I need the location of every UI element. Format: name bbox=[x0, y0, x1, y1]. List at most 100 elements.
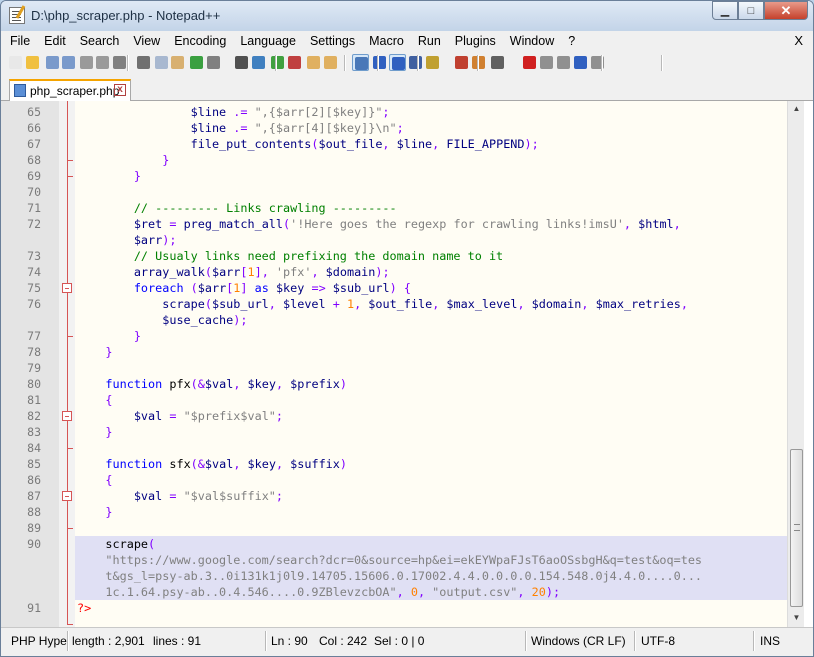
code-line[interactable]: $ret = preg_match_all('!Here goes the re… bbox=[75, 216, 787, 232]
fold-toggle-icon[interactable] bbox=[62, 491, 72, 501]
sync-horizontal-icon[interactable] bbox=[322, 54, 339, 71]
code-line[interactable] bbox=[75, 184, 787, 200]
menu-window[interactable]: Window bbox=[510, 34, 554, 48]
word-wrap-icon[interactable] bbox=[352, 54, 369, 71]
code-line[interactable]: array_walk($arr[1], 'pfx', $domain); bbox=[75, 264, 787, 280]
vertical-scrollbar[interactable]: ▲ ▼ bbox=[787, 101, 804, 627]
folder-workspace-icon[interactable] bbox=[470, 54, 487, 71]
menu-macro[interactable]: Macro bbox=[369, 34, 404, 48]
minimize-button[interactable]: ▁ bbox=[712, 1, 738, 20]
user-language-icon[interactable] bbox=[407, 54, 424, 71]
sync-vertical-icon[interactable] bbox=[305, 54, 322, 71]
code-token: , bbox=[354, 297, 369, 311]
code-line[interactable]: } bbox=[75, 424, 787, 440]
code-line[interactable]: $val = "$val$suffix"; bbox=[75, 488, 787, 504]
code-token: ( bbox=[311, 137, 319, 151]
code-line[interactable]: $val = "$prefix$val"; bbox=[75, 408, 787, 424]
code-line[interactable]: } bbox=[75, 504, 787, 520]
tab-close-icon[interactable]: x bbox=[114, 84, 126, 96]
code-line[interactable]: function sfx(&$val, $key, $suffix) bbox=[75, 456, 787, 472]
menu-plugins[interactable]: Plugins bbox=[455, 34, 496, 48]
fold-toggle-icon[interactable] bbox=[62, 411, 72, 421]
code-line[interactable]: scrape($sub_url, $level + 1, $out_file, … bbox=[75, 296, 787, 312]
menu-help[interactable]: ? bbox=[568, 34, 575, 48]
notepad-app-icon[interactable] bbox=[9, 7, 25, 24]
indent-guide-icon[interactable] bbox=[389, 54, 406, 71]
fold-toggle-icon[interactable] bbox=[62, 283, 72, 293]
code-line[interactable]: } bbox=[75, 328, 787, 344]
playback-macro-icon[interactable] bbox=[555, 54, 572, 71]
close-window-button[interactable]: ✕ bbox=[764, 1, 808, 20]
redo-icon[interactable] bbox=[205, 54, 222, 71]
menu-file[interactable]: File bbox=[10, 34, 30, 48]
zoom-in-icon[interactable] bbox=[269, 54, 286, 71]
code-line[interactable] bbox=[75, 520, 787, 536]
code-line-text: 1c.1.64.psy-ab..0.4.546....0.9ZBlevzcbOA… bbox=[77, 584, 560, 600]
doc-map-icon[interactable] bbox=[424, 54, 441, 71]
maximize-button[interactable]: □ bbox=[738, 1, 764, 20]
line-number-gutter[interactable]: 65 66 67 68 69 70 71 72 73 74 75 76 77 78 79 80 81 82 83 84… bbox=[1, 101, 59, 627]
code-line[interactable]: { bbox=[75, 472, 787, 488]
menu-run[interactable]: Run bbox=[418, 34, 441, 48]
menu-view[interactable]: View bbox=[133, 34, 160, 48]
code-line[interactable] bbox=[75, 360, 787, 376]
code-line[interactable]: t&gs_l=psy-ab.3..0i131k1j0l9.14705.15606… bbox=[75, 568, 787, 584]
code-line[interactable]: } bbox=[75, 152, 787, 168]
run-macro-multiple-icon[interactable] bbox=[572, 54, 589, 71]
replace-icon[interactable] bbox=[250, 54, 267, 71]
paste-icon[interactable] bbox=[169, 54, 186, 71]
undo-icon[interactable] bbox=[188, 54, 205, 71]
code-line[interactable]: $arr); bbox=[75, 232, 787, 248]
close-all-icon[interactable] bbox=[94, 54, 111, 71]
monitoring-icon[interactable] bbox=[489, 54, 506, 71]
function-list-icon[interactable] bbox=[453, 54, 470, 71]
new-file-icon[interactable] bbox=[7, 54, 24, 71]
code-line[interactable] bbox=[75, 440, 787, 456]
code-text-area[interactable]: $line .= ",{$arr[2][$key]}"; $line .= ",… bbox=[75, 101, 787, 627]
zoom-out-icon[interactable] bbox=[286, 54, 303, 71]
code-line[interactable]: foreach ($arr[1] as $key => $sub_url) { bbox=[75, 280, 787, 296]
code-line[interactable]: } bbox=[75, 168, 787, 184]
code-line[interactable]: ?> bbox=[75, 600, 787, 616]
scrollbar-thumb[interactable] bbox=[790, 449, 803, 607]
close-document-button[interactable]: X bbox=[794, 33, 803, 48]
record-macro-icon[interactable] bbox=[521, 54, 538, 71]
code-token: , bbox=[396, 585, 411, 599]
copy-icon[interactable] bbox=[153, 54, 170, 71]
code-line[interactable]: $use_cache); bbox=[75, 312, 787, 328]
show-all-chars-icon[interactable] bbox=[371, 54, 388, 71]
open-file-icon[interactable] bbox=[24, 54, 41, 71]
menu-search[interactable]: Search bbox=[80, 34, 120, 48]
code-line[interactable]: // Usualy links need prefixing the domai… bbox=[75, 248, 787, 264]
editor-area[interactable]: 65 66 67 68 69 70 71 72 73 74 75 76 77 78 79 80 81 82 83 84… bbox=[1, 101, 813, 627]
code-line[interactable]: } bbox=[75, 344, 787, 360]
code-line[interactable]: "https://www.google.com/search?dcr=0&sou… bbox=[75, 552, 787, 568]
code-line[interactable]: scrape( bbox=[75, 536, 787, 552]
menu-encoding[interactable]: Encoding bbox=[174, 34, 226, 48]
line-number: 79 bbox=[27, 361, 41, 375]
save-macro-icon[interactable] bbox=[589, 54, 606, 71]
code-line[interactable]: $line .= ",{$arr[4][$key]}\n"; bbox=[75, 120, 787, 136]
code-line[interactable]: $line .= ",{$arr[2][$key]}"; bbox=[75, 104, 787, 120]
code-token: , bbox=[275, 457, 291, 471]
scroll-up-icon[interactable]: ▲ bbox=[792, 104, 801, 113]
code-line[interactable]: 1c.1.64.psy-ab..0.4.546....0.9ZBlevzcbOA… bbox=[75, 584, 787, 600]
cut-icon[interactable] bbox=[135, 54, 152, 71]
save-all-icon[interactable] bbox=[60, 54, 77, 71]
code-line[interactable]: // --------- Links crawling --------- bbox=[75, 200, 787, 216]
tab-php-scraper[interactable]: php_scraper.php x bbox=[9, 79, 131, 101]
code-line[interactable]: function pfx(&$val, $key, $prefix) bbox=[75, 376, 787, 392]
find-icon[interactable] bbox=[233, 54, 250, 71]
menu-language[interactable]: Language bbox=[240, 34, 296, 48]
save-icon[interactable] bbox=[44, 54, 61, 71]
menu-edit[interactable]: Edit bbox=[44, 34, 66, 48]
menu-settings[interactable]: Settings bbox=[310, 34, 355, 48]
scroll-down-icon[interactable]: ▼ bbox=[792, 613, 801, 622]
stop-macro-icon[interactable] bbox=[538, 54, 555, 71]
close-icon[interactable] bbox=[78, 54, 95, 71]
title-bar[interactable]: D:\php_scraper.php - Notepad++ ▁ □ ✕ bbox=[1, 1, 813, 31]
code-line[interactable]: { bbox=[75, 392, 787, 408]
code-line[interactable]: file_put_contents($out_file, $line, FILE… bbox=[75, 136, 787, 152]
print-icon[interactable] bbox=[111, 54, 128, 71]
